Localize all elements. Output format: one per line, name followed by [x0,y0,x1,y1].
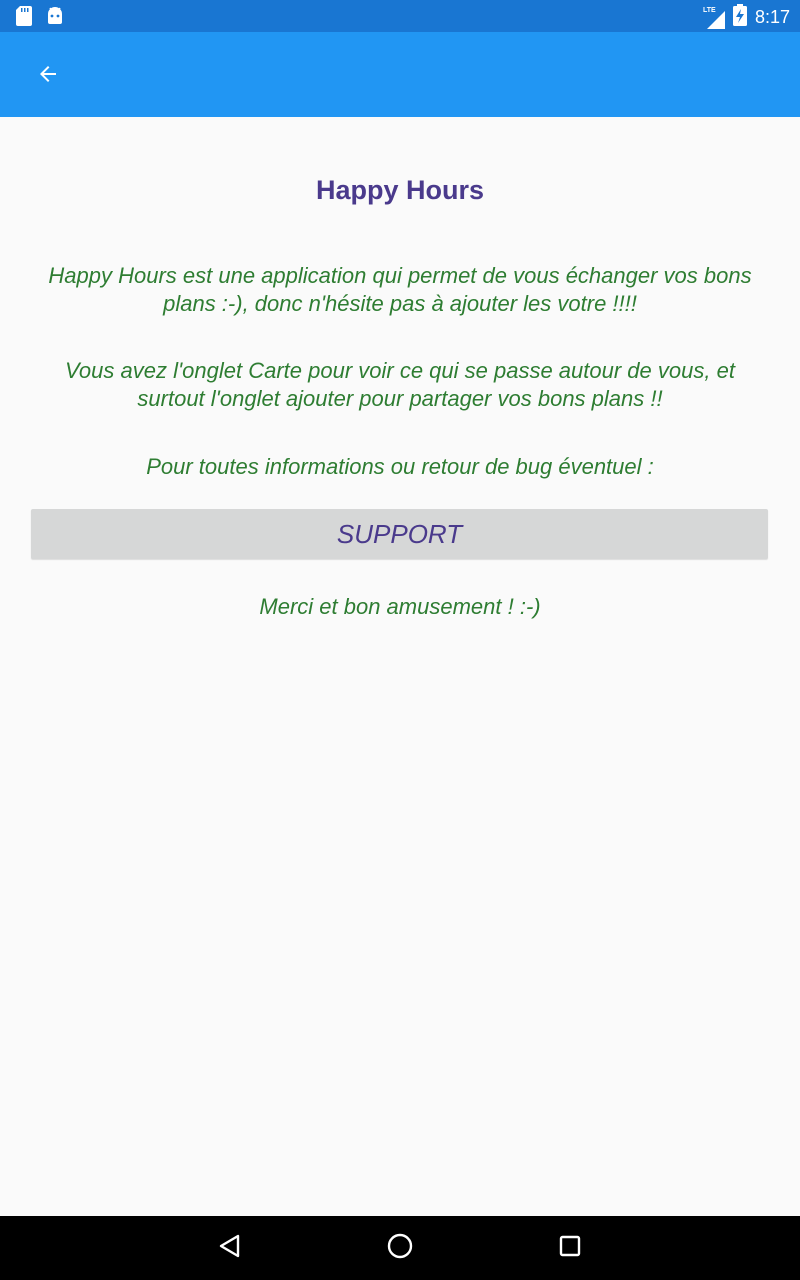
status-bar: LTE 8:17 [0,0,800,32]
back-button[interactable] [22,50,74,102]
nav-back-button[interactable] [210,1228,250,1268]
nav-recents-button[interactable] [550,1228,590,1268]
app-bar [0,32,800,117]
intro-paragraph: Happy Hours est une application qui perm… [48,263,752,316]
nav-recents-icon [558,1234,582,1263]
page-title: Happy Hours [315,175,485,205]
nav-back-icon [217,1233,243,1264]
tabs-paragraph: Vous avez l'onglet Carte pour voir ce qu… [65,358,735,411]
battery-charging-icon [732,4,747,31]
closing-text: Merci et bon amusement ! :-) [259,594,541,619]
support-button[interactable]: SUPPORT [31,509,768,559]
clock: 8:17 [754,7,790,27]
android-icon [46,6,64,31]
sd-card-icon [16,6,32,31]
main-content: Happy Hours Happy Hours est une applicat… [0,117,800,1216]
navigation-bar [0,1216,800,1280]
arrow-back-icon [36,62,60,91]
nav-home-icon [386,1232,414,1265]
signal-icon: LTE [703,7,725,29]
support-info-text: Pour toutes informations ou retour de bu… [146,454,654,479]
nav-home-button[interactable] [380,1228,420,1268]
